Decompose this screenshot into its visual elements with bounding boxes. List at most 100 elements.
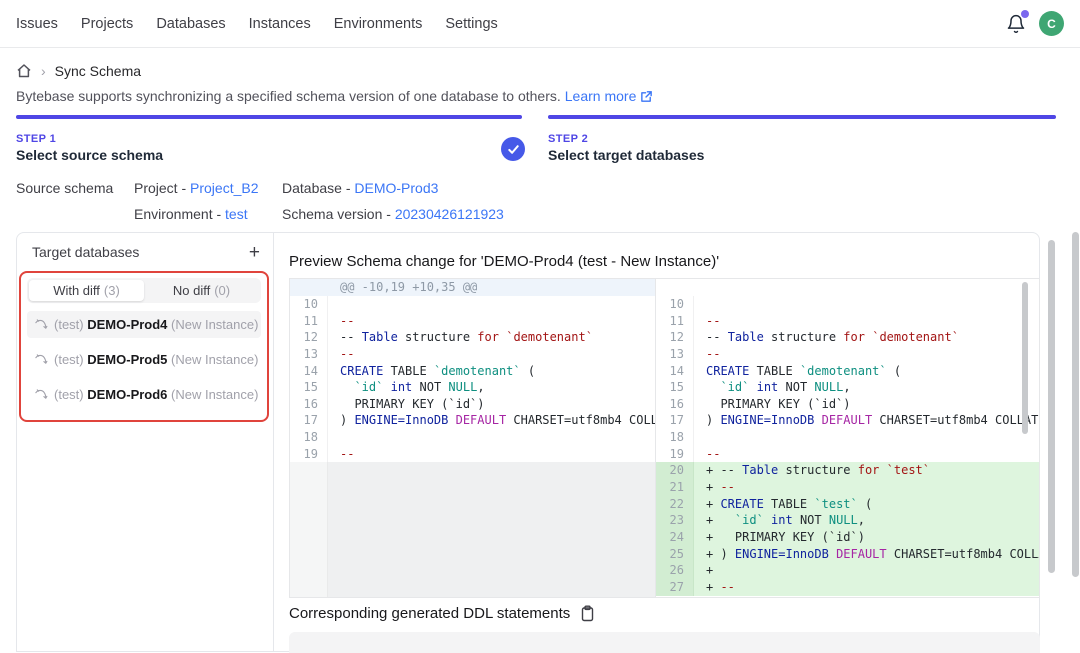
schema-version-label: Schema version - bbox=[282, 206, 391, 222]
intro-text: Bytebase supports synchronizing a specif… bbox=[16, 88, 561, 104]
target-database-item[interactable]: (test) DEMO-Prod4 (New Instance) bbox=[27, 311, 261, 338]
diff-line: 18 bbox=[290, 429, 655, 446]
diff-hunk-header: @@ -10,19 +10,35 @@ bbox=[290, 279, 655, 296]
preview-title: Preview Schema change for 'DEMO-Prod4 (t… bbox=[289, 253, 719, 270]
step1-title[interactable]: Select source schema bbox=[16, 147, 163, 163]
diff-line: 13-- bbox=[656, 346, 1039, 363]
diff-line: 19-- bbox=[656, 446, 1039, 463]
diff-line: 12-- Table structure for `demotenant` bbox=[290, 329, 655, 346]
mysql-dolphin-icon bbox=[34, 318, 48, 332]
top-nav: Issues Projects Databases Instances Envi… bbox=[0, 0, 1080, 48]
mysql-dolphin-icon bbox=[34, 353, 48, 367]
diff-line: 12-- Table structure for `demotenant` bbox=[656, 329, 1039, 346]
mysql-dolphin-icon bbox=[34, 388, 48, 402]
diff-line: 13-- bbox=[290, 346, 655, 363]
diff-line: 16 PRIMARY KEY (`id`) bbox=[290, 396, 655, 413]
breadcrumb-current: Sync Schema bbox=[55, 63, 141, 79]
nav-menu: Issues Projects Databases Instances Envi… bbox=[16, 16, 498, 32]
diff-line: 17) ENGINE=InnoDB DEFAULT CHARSET=utf8mb… bbox=[656, 412, 1039, 429]
diff-line: 22+ CREATE TABLE `test` ( bbox=[656, 496, 1039, 513]
db-item-text: (test) DEMO-Prod5 (New Instance) bbox=[54, 352, 258, 367]
step1-complete-check-icon bbox=[501, 137, 525, 161]
nav-item-instances[interactable]: Instances bbox=[249, 16, 311, 32]
project-label: Project - bbox=[134, 180, 186, 196]
schema-diff-editor[interactable]: @@ -10,19 +10,35 @@1011--12-- Table stru… bbox=[289, 278, 1040, 598]
database-label: Database - bbox=[282, 180, 350, 196]
window-scrollbar[interactable] bbox=[1072, 232, 1079, 577]
avatar[interactable]: C bbox=[1039, 11, 1064, 36]
nav-item-projects[interactable]: Projects bbox=[81, 16, 133, 32]
step1-progress-bar bbox=[16, 115, 522, 119]
db-item-text: (test) DEMO-Prod6 (New Instance) bbox=[54, 387, 258, 402]
sync-schema-card: Target databases + With diff (3) No diff… bbox=[16, 232, 1040, 652]
project-link[interactable]: Project_B2 bbox=[190, 180, 258, 196]
environment-link[interactable]: test bbox=[225, 206, 248, 222]
learn-more-link[interactable]: Learn more bbox=[565, 88, 637, 104]
tab-with-diff[interactable]: With diff (3) bbox=[29, 280, 144, 301]
schema-version-link[interactable]: 20230426121923 bbox=[395, 206, 504, 222]
diff-line: 17) ENGINE=InnoDB DEFAULT CHARSET=utf8mb… bbox=[290, 412, 655, 429]
diff-hunk-header bbox=[656, 279, 1039, 296]
notification-bell-icon[interactable] bbox=[1006, 13, 1026, 35]
diff-line: 25+ ) ENGINE=InnoDB DEFAULT CHARSET=utf8… bbox=[656, 546, 1039, 563]
tab-no-diff[interactable]: No diff (0) bbox=[144, 280, 259, 301]
source-schema-label: Source schema bbox=[16, 180, 113, 196]
nav-item-issues[interactable]: Issues bbox=[16, 16, 58, 32]
diff-line: 27+ -- bbox=[656, 579, 1039, 596]
diff-line: 24+ PRIMARY KEY (`id`) bbox=[656, 529, 1039, 546]
ddl-statements-block bbox=[289, 632, 1040, 653]
home-icon[interactable] bbox=[16, 63, 32, 79]
breadcrumb: › Sync Schema bbox=[16, 63, 141, 79]
step2-title[interactable]: Select target databases bbox=[548, 147, 704, 163]
tab-no-diff-count: (0) bbox=[214, 283, 230, 298]
notification-dot bbox=[1021, 10, 1029, 18]
nav-item-databases[interactable]: Databases bbox=[156, 16, 225, 32]
diff-line: 14CREATE TABLE `demotenant` ( bbox=[656, 363, 1039, 380]
diff-line: 23+ `id` int NOT NULL, bbox=[656, 512, 1039, 529]
step2-label: STEP 2 bbox=[548, 133, 588, 145]
tab-no-diff-label: No diff bbox=[173, 283, 210, 298]
diff-line: 15 `id` int NOT NULL, bbox=[290, 379, 655, 396]
diff-line: 18 bbox=[656, 429, 1039, 446]
tab-with-diff-count: (3) bbox=[104, 283, 120, 298]
step2-progress-bar bbox=[548, 115, 1056, 119]
chevron-right-icon: › bbox=[41, 63, 46, 79]
source-version-field: Schema version - 20230426121923 bbox=[282, 206, 504, 222]
target-databases-title: Target databases bbox=[32, 244, 139, 260]
nav-item-settings[interactable]: Settings bbox=[445, 16, 497, 32]
tab-with-diff-label: With diff bbox=[53, 283, 100, 298]
db-item-text: (test) DEMO-Prod4 (New Instance) bbox=[54, 317, 258, 332]
diff-pane-modified: 1011--12-- Table structure for `demotena… bbox=[656, 279, 1039, 597]
diff-line: 11-- bbox=[290, 313, 655, 330]
step1-label: STEP 1 bbox=[16, 133, 56, 145]
environment-label: Environment - bbox=[134, 206, 221, 222]
diff-line: 11-- bbox=[656, 313, 1039, 330]
database-link[interactable]: DEMO-Prod3 bbox=[354, 180, 438, 196]
diff-filter-tabs: With diff (3) No diff (0) bbox=[27, 278, 261, 303]
diff-line: 19-- bbox=[290, 446, 655, 463]
diff-line: 10 bbox=[290, 296, 655, 313]
source-database-field: Database - DEMO-Prod3 bbox=[282, 180, 438, 196]
target-database-item[interactable]: (test) DEMO-Prod5 (New Instance) bbox=[27, 346, 261, 373]
source-project-field: Project - Project_B2 bbox=[134, 180, 259, 196]
diff-line: 26+ bbox=[656, 562, 1039, 579]
copy-ddl-icon[interactable] bbox=[580, 605, 595, 622]
external-link-icon[interactable] bbox=[640, 90, 653, 103]
source-environment-field: Environment - test bbox=[134, 206, 248, 222]
ddl-title: Corresponding generated DDL statements bbox=[289, 605, 570, 622]
nav-item-environments[interactable]: Environments bbox=[334, 16, 423, 32]
diff-line: 15 `id` int NOT NULL, bbox=[656, 379, 1039, 396]
add-target-database-button[interactable]: + bbox=[249, 243, 260, 262]
diff-pane-original: @@ -10,19 +10,35 @@1011--12-- Table stru… bbox=[290, 279, 656, 597]
target-database-list: (test) DEMO-Prod4 (New Instance) (test) D… bbox=[27, 311, 261, 408]
diff-empty-filler bbox=[290, 462, 655, 597]
target-databases-highlight-box: With diff (3) No diff (0) (test) DEMO-Pr… bbox=[19, 271, 269, 422]
diff-line: 10 bbox=[656, 296, 1039, 313]
content-scrollbar[interactable] bbox=[1048, 240, 1055, 573]
diff-line: 14CREATE TABLE `demotenant` ( bbox=[290, 363, 655, 380]
target-database-item[interactable]: (test) DEMO-Prod6 (New Instance) bbox=[27, 381, 261, 408]
diff-line: 20+ -- Table structure for `test` bbox=[656, 462, 1039, 479]
intro-text-row: Bytebase supports synchronizing a specif… bbox=[16, 88, 653, 104]
diff-editor-scrollbar[interactable] bbox=[1022, 282, 1028, 434]
diff-line: 16 PRIMARY KEY (`id`) bbox=[656, 396, 1039, 413]
